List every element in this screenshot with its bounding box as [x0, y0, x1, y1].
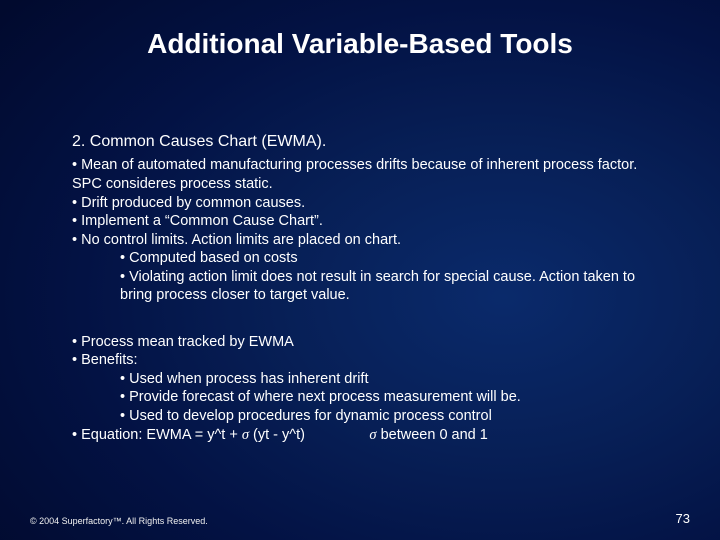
bullet-item: • Implement a “Common Cause Chart”. — [72, 212, 660, 231]
bullet-item: • Process mean tracked by EWMA — [72, 333, 660, 352]
footer-copyright: © 2004 Superfactory™. All Rights Reserve… — [30, 516, 208, 526]
equation-mid: (yt - y^t) — [249, 427, 305, 443]
equation-prefix: • Equation: EWMA = y^t + — [72, 427, 242, 443]
slide-title: Additional Variable-Based Tools — [0, 28, 720, 60]
page-number: 73 — [676, 511, 690, 526]
slide-content: 2. Common Causes Chart (EWMA). • Mean of… — [72, 132, 660, 444]
sigma-symbol: σ — [242, 427, 249, 443]
bullet-sub-item: • Computed based on costs — [72, 249, 660, 268]
bullet-sub-item: • Provide forecast of where next process… — [72, 388, 660, 407]
equation-gap — [305, 427, 369, 443]
bullet-sub-item: • Violating action limit does not result… — [72, 268, 660, 305]
bullet-item: • No control limits. Action limits are p… — [72, 231, 660, 250]
section-heading: 2. Common Causes Chart (EWMA). — [72, 132, 660, 152]
sigma-symbol: σ — [369, 427, 376, 443]
equation-suffix: between 0 and 1 — [377, 427, 488, 443]
bullet-item: • Drift produced by common causes. — [72, 194, 660, 213]
bullet-item: • Mean of automated manufacturing proces… — [72, 156, 660, 193]
bullet-sub-item: • Used when process has inherent drift — [72, 370, 660, 389]
bullet-sub-item: • Used to develop procedures for dynamic… — [72, 407, 660, 426]
slide: Additional Variable-Based Tools 2. Commo… — [0, 0, 720, 540]
equation-line: • Equation: EWMA = y^t + σ (yt - y^t) σ … — [72, 426, 660, 445]
bullet-item: • Benefits: — [72, 351, 660, 370]
